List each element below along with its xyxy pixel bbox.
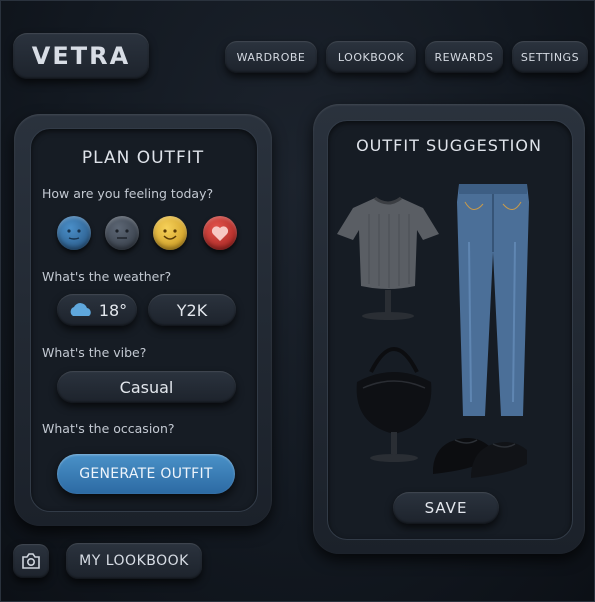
generate-outfit-button[interactable]: GENERATE OUTFIT — [57, 454, 235, 494]
camera-button[interactable] — [13, 544, 49, 578]
vibe-question: What's the vibe? — [42, 345, 147, 360]
calm-face-icon[interactable] — [57, 216, 91, 250]
feeling-question: How are you feeling today? — [42, 186, 214, 201]
camera-icon — [21, 553, 41, 569]
my-lookbook-button[interactable]: MY LOOKBOOK — [66, 543, 202, 579]
save-outfit-button[interactable]: SAVE — [393, 492, 499, 524]
outfit-suggestion-panel: OUTFIT SUGGESTION SAVE — [313, 104, 585, 554]
nav-wardrobe-button[interactable]: WARDROBE — [225, 41, 317, 73]
weather-question: What's the weather? — [42, 269, 172, 284]
plan-outfit-title: PLAN OUTFIT — [81, 148, 205, 168]
app-frame: VETRA WARDROBE LOOKBOOK REWARDS SETTINGS… — [0, 0, 595, 602]
outfit-suggestion-title: OUTFIT SUGGESTION — [356, 136, 542, 155]
happy-face-icon[interactable] — [153, 216, 187, 250]
handbag-icon — [349, 332, 439, 466]
jeans-icon — [453, 182, 533, 420]
temperature-value: 18° — [98, 300, 128, 320]
plan-outfit-panel: PLAN OUTFIT How are you feeling today? W… — [14, 114, 272, 526]
brand-logo[interactable]: VETRA — [13, 33, 149, 79]
neutral-face-icon[interactable] — [105, 216, 139, 250]
occasion-question: What's the occasion? — [42, 421, 175, 436]
vibe-selector[interactable]: Casual — [57, 371, 236, 403]
heart-icon[interactable] — [203, 216, 237, 250]
cloud-icon — [67, 302, 95, 318]
nav-rewards-button[interactable]: REWARDS — [425, 41, 503, 73]
tshirt-icon — [333, 194, 443, 324]
shoes-icon — [431, 426, 531, 480]
weather-selector[interactable]: 18° — [57, 294, 137, 326]
nav-settings-button[interactable]: SETTINGS — [512, 41, 588, 73]
nav-lookbook-button[interactable]: LOOKBOOK — [326, 41, 416, 73]
style-tag-selector[interactable]: Y2K — [148, 294, 236, 326]
